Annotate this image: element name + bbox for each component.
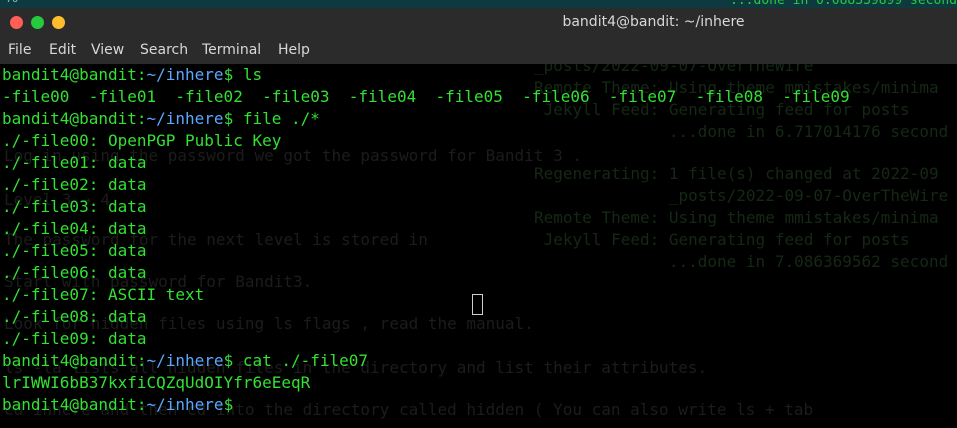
menu-search[interactable]: Search: [140, 42, 188, 58]
bg-right-line: ...done in 6.717014176 second: [534, 122, 949, 141]
prompt-separator: :: [136, 395, 147, 414]
prompt-symbol: $: [223, 351, 243, 370]
menu-view[interactable]: View: [91, 42, 124, 58]
prompt-line: bandit4@bandit:~/inhere$ file ./*: [2, 108, 320, 130]
bg-right-line: _posts/2022-09-07-OverTheWire: [534, 186, 949, 205]
prompt-user: bandit4@bandit: [2, 109, 137, 128]
file-output-line: ./-file00: OpenPGP Public Key: [2, 131, 282, 150]
mouse-text-cursor: [472, 294, 483, 315]
prompt-symbol: $: [223, 65, 243, 84]
prompt-symbol: $: [223, 109, 243, 128]
menu-terminal[interactable]: Terminal: [202, 42, 261, 58]
prompt-user: bandit4@bandit: [2, 395, 137, 414]
ls-output: -file00 -file01 -file02 -file03 -file04 …: [2, 87, 850, 106]
prompt-symbol: $: [223, 395, 243, 414]
background-window-text: 76: [6, 0, 18, 5]
bg-right-line: ...done in 7.086369562 second: [534, 252, 949, 271]
menubar: File Edit View Search Terminal Help: [0, 38, 957, 65]
prompt-line: bandit4@bandit:~/inhere$ ls: [2, 64, 262, 86]
command-text: file ./*: [242, 109, 320, 128]
file-output-line: ./-file06: data: [2, 263, 147, 282]
file-output-line: ./-file09: data: [2, 329, 147, 348]
file-output-line: ./-file01: data: [2, 153, 147, 172]
file-output-line: ./-file05: data: [2, 241, 147, 260]
prompt-user: bandit4@bandit: [2, 351, 137, 370]
window-title: bandit4@bandit: ~/inhere: [562, 14, 745, 30]
prompt-line: bandit4@bandit:~/inhere$ cat ./-file07: [2, 350, 368, 372]
file-output-line: ./-file08: data: [2, 307, 147, 326]
terminal-area[interactable]: Log in using the password we got the pas…: [0, 64, 957, 428]
prompt-line: bandit4@bandit:~/inhere$: [2, 394, 243, 416]
prompt-separator: :: [136, 351, 147, 370]
prompt-path: ~/inhere: [146, 65, 224, 84]
prompt-separator: :: [136, 109, 147, 128]
bg-right-line: Regenerating: 1 file(s) changed at 2022-…: [534, 164, 939, 183]
background-window-right-text: ...done in 0.088339899 second: [730, 0, 957, 8]
prompt-path: ~/inhere: [146, 395, 224, 414]
prompt-path: ~/inhere: [146, 109, 224, 128]
menu-help[interactable]: Help: [278, 42, 310, 58]
background-window-strip: 76 ...done in 0.088339899 second: [0, 0, 957, 8]
prompt-separator: :: [136, 65, 147, 84]
file-output-line: ./-file02: data: [2, 175, 147, 194]
prompt-path: ~/inhere: [146, 351, 224, 370]
menu-file[interactable]: File: [8, 42, 31, 58]
command-text: cat ./-file07: [242, 351, 369, 370]
bg-right-line: _posts/2022-09-07-OverTheWire: [534, 64, 814, 75]
prompt-user: bandit4@bandit: [2, 65, 137, 84]
file-output-line: ./-file07: ASCII text: [2, 285, 205, 304]
menu-edit[interactable]: Edit: [49, 42, 76, 58]
file-output-line: ./-file03: data: [2, 197, 147, 216]
command-text: ls: [242, 65, 263, 84]
window-titlebar[interactable]: bandit4@bandit: ~/inhere: [0, 8, 957, 38]
bg-right-line: Jekyll Feed: Generating feed for posts: [534, 230, 910, 249]
file-output-line: ./-file04: data: [2, 219, 147, 238]
bg-right-line: Remote Theme: Using theme mmistakes/mini…: [534, 208, 939, 227]
cat-output: lrIWWI6bB37kxfiCQZqUdOIYfr6eEeqR: [2, 373, 311, 392]
